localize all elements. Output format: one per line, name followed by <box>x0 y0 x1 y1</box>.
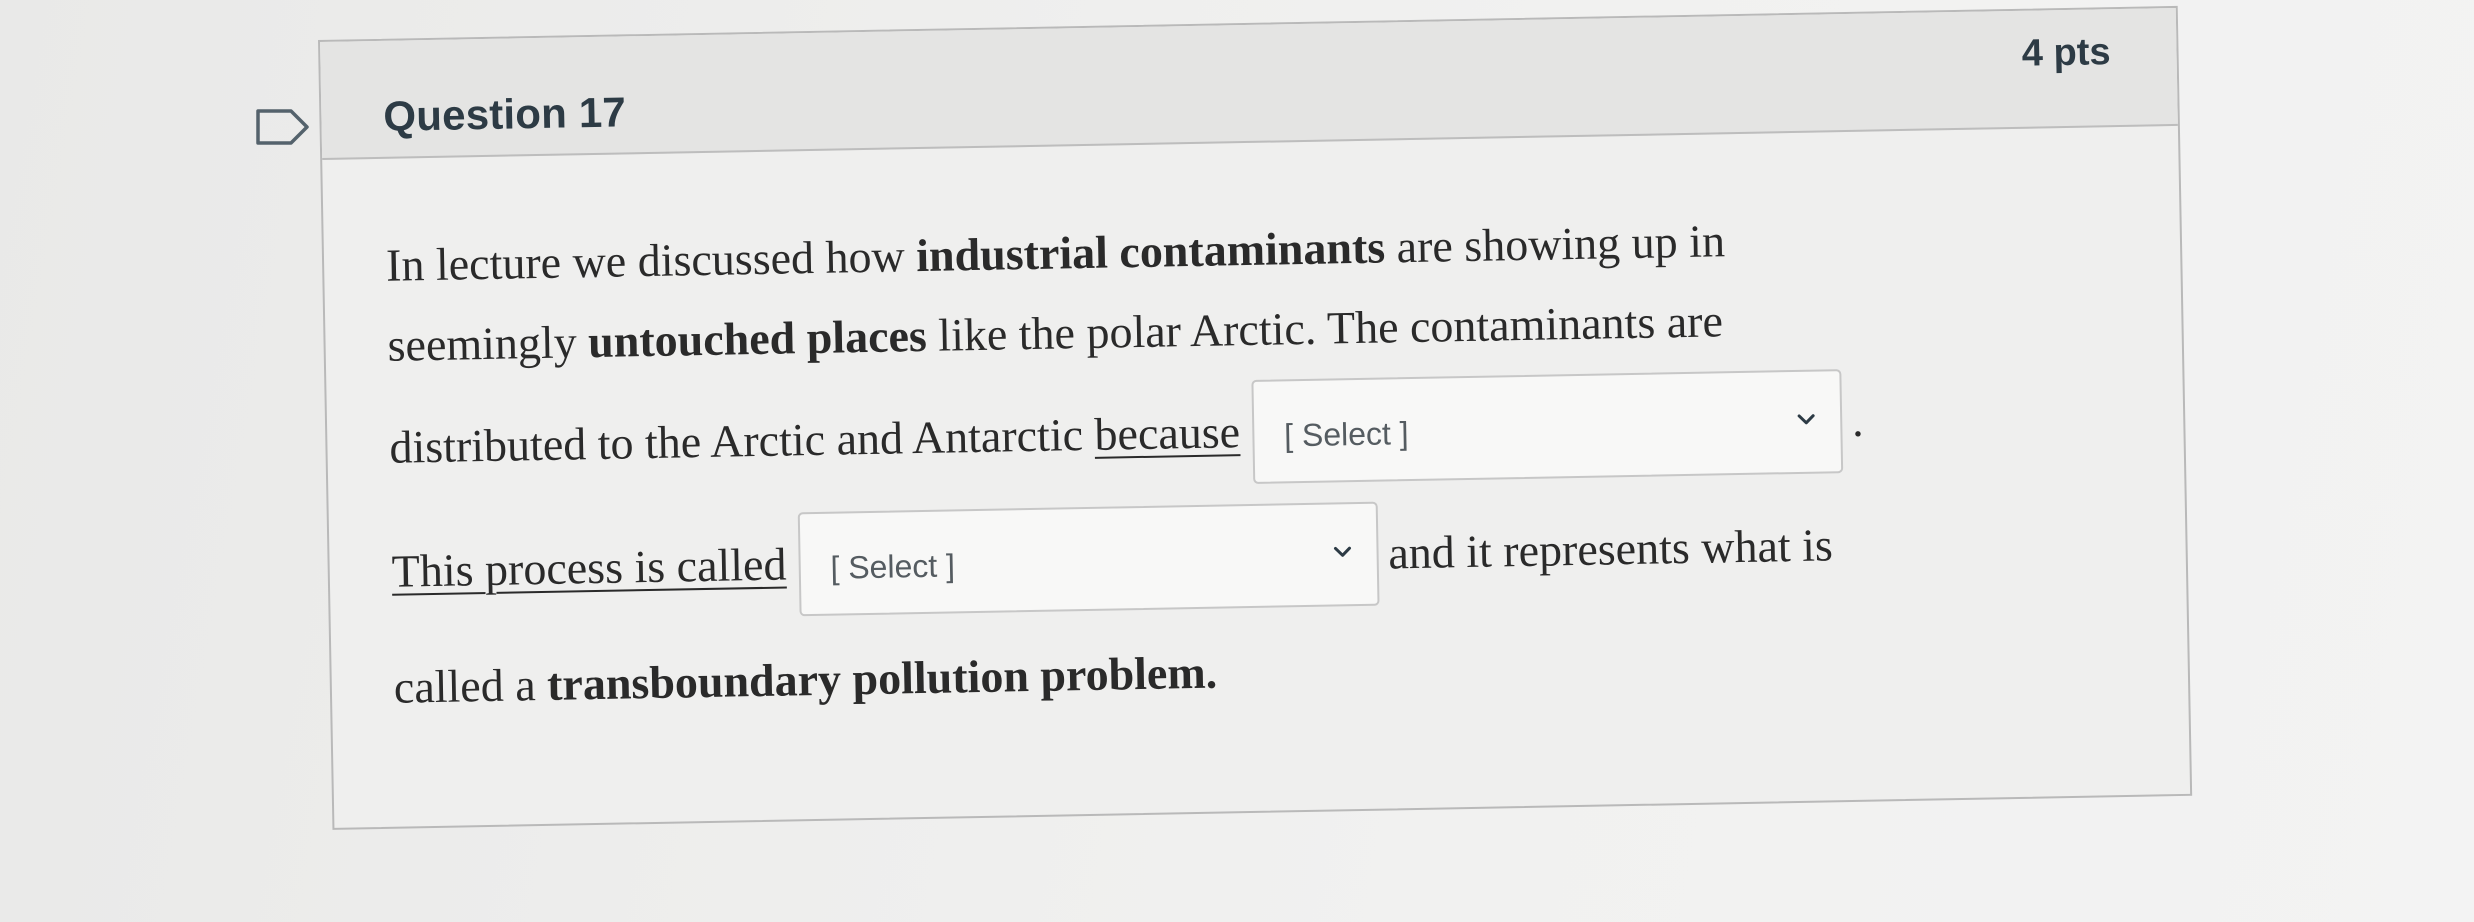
dropdown-1-selected-value: [ Select ] <box>1283 415 1409 454</box>
chevron-down-icon <box>1797 414 1815 425</box>
bold-term-untouched-places: untouched places <box>587 309 928 368</box>
text-segment: . <box>1851 394 1864 446</box>
text-segment: called a <box>393 658 548 713</box>
text-segment: distributed to the Arctic and Antarctic <box>389 408 1095 473</box>
text-segment: like the polar Arctic. The contaminants … <box>926 295 1724 361</box>
flag-question-icon[interactable] <box>255 108 311 146</box>
question-header: Question 17 4 pts <box>320 7 2178 160</box>
answer-dropdown-2[interactable]: [ Select ] <box>797 502 1380 617</box>
text-segment: are showing up in <box>1384 215 1726 273</box>
text-segment: and it represents what is <box>1387 519 1834 579</box>
underlined-because: because <box>1094 406 1241 460</box>
text-segment: In lecture we discussed how <box>385 230 917 291</box>
question-card: Question 17 4 pts In lecture we discusse… <box>318 5 2193 830</box>
bold-term-industrial-contaminants: industrial contaminants <box>915 221 1386 282</box>
underlined-this-process-is-called: This process is called <box>391 538 787 597</box>
question-points: 4 pts <box>2021 31 2111 75</box>
bold-term-transboundary-pollution: transboundary pollution problem. <box>546 646 1218 710</box>
chevron-down-icon <box>1333 547 1351 558</box>
answer-dropdown-1[interactable]: [ Select ] <box>1251 369 1843 485</box>
question-line-5: called a transboundary pollution problem… <box>393 619 1954 728</box>
text-segment: seemingly <box>387 316 589 371</box>
question-text: In lecture we discussed how industrial c… <box>385 197 1954 728</box>
dropdown-2-selected-value: [ Select ] <box>830 547 956 587</box>
question-title: Question 17 <box>382 88 627 140</box>
